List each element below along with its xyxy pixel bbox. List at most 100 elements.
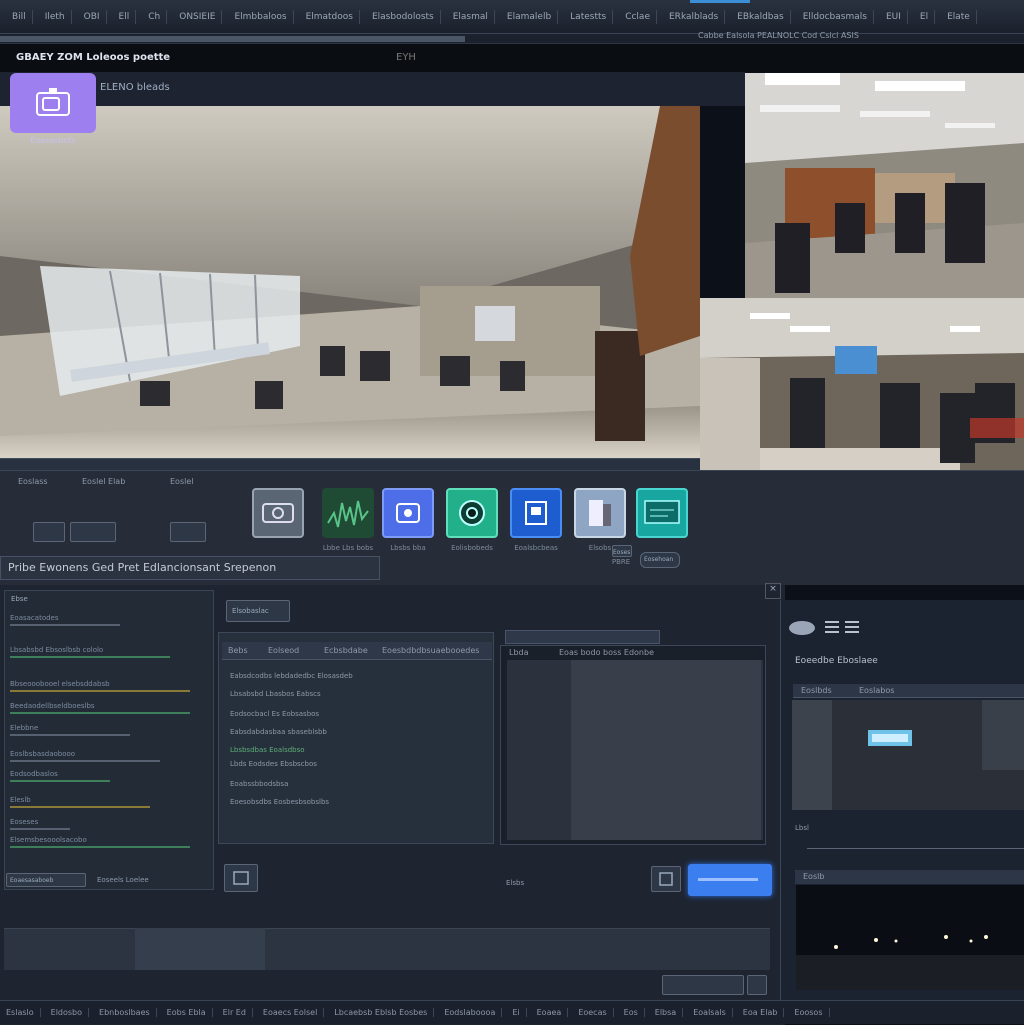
status-item: Eoalsals (693, 1008, 733, 1017)
list-item[interactable]: Lbsabsbd Ebsoslbsb cololo (10, 646, 170, 658)
secondary-button[interactable] (651, 866, 681, 892)
timeline-control[interactable] (747, 975, 767, 995)
menu-item[interactable]: EUI (880, 9, 908, 24)
sidebar-thumbnail[interactable] (792, 700, 1024, 810)
primary-button-label (698, 878, 758, 881)
timeline-clip[interactable] (135, 928, 265, 970)
status-text: Cabbe Ealsola PEALNOLC Cod Cslcl ASIS (698, 31, 859, 40)
menu-item[interactable]: ERkalblads (663, 9, 726, 24)
status-item: Eos (624, 1008, 645, 1017)
form-tab[interactable]: Ecbsbdabe (324, 646, 368, 655)
close-icon[interactable]: × (765, 583, 781, 599)
form-field[interactable]: Eoesobsdbs Eosbesbsobslbs (230, 798, 329, 806)
status-item: Eldosbo (51, 1008, 90, 1017)
status-item: Elr Ed (223, 1008, 253, 1017)
form-field[interactable]: Lbds Eodsdes Ebsbscbos (230, 760, 317, 768)
primary-action-button[interactable] (688, 864, 772, 896)
list-item[interactable]: Eoseses (10, 818, 70, 830)
viewer-header: GBAEY ZOM Loleoos poette EYH (0, 44, 1024, 72)
lens-tool-button[interactable] (446, 488, 498, 538)
sub-button[interactable]: Eosehoan (640, 552, 680, 568)
menu-item[interactable]: Ileth (39, 9, 72, 24)
waveform-icon (327, 500, 369, 528)
monitor-tool-button[interactable] (636, 488, 688, 538)
menu-item[interactable]: Ell (113, 9, 137, 24)
list-item[interactable]: Eoasacatodes (10, 614, 120, 626)
lens-icon (459, 500, 485, 526)
storage-tool-button[interactable] (574, 488, 626, 538)
tool-option-button[interactable] (33, 522, 65, 542)
tool-tab[interactable]: Eoslass (18, 477, 48, 486)
form-field[interactable]: Lbsabsbd Lbasbos Eabscs (230, 690, 321, 698)
status-item: Ebnboslbaes (99, 1008, 157, 1017)
recorder-tool-button[interactable] (382, 488, 434, 538)
dvr-tool-button[interactable] (510, 488, 562, 538)
menu-item[interactable]: EBkaldbas (731, 9, 791, 24)
app-launcher-button[interactable] (10, 73, 96, 133)
menu-item[interactable]: Cclae (619, 9, 657, 24)
menu-item[interactable]: ONSIEIE (173, 9, 223, 24)
waveform-tool-button[interactable] (322, 488, 374, 538)
status-bar: Eslaslo Eldosbo Ebnboslbaes Eobs Ebla El… (0, 1000, 1024, 1024)
details-form (218, 632, 494, 844)
sidebar-tab[interactable]: Eoslabos (859, 686, 894, 695)
form-action-button[interactable]: Elsobaslac (226, 600, 290, 622)
sidebar-tab[interactable]: Eoslbds (801, 686, 832, 695)
list-view-icon[interactable] (825, 620, 861, 636)
form-field[interactable]: Eabsdabdasbaa sbaseblsbb (230, 728, 327, 736)
timeline-control[interactable] (662, 975, 744, 995)
preview-tab[interactable]: Lbda (509, 648, 529, 657)
form-tab[interactable]: Eolseod (268, 646, 299, 655)
list-item[interactable]: Elebbne (10, 724, 130, 736)
event-list-pane: Ebse (4, 590, 214, 890)
sub-button[interactable]: Eoses (612, 545, 632, 557)
form-field[interactable]: Eodsocbacl Es Eobsasbos (230, 710, 319, 718)
frame-button[interactable] (224, 864, 258, 892)
menu-item[interactable]: OBI (78, 9, 107, 24)
main-camera-feed[interactable] (0, 106, 700, 458)
tool-option-button[interactable] (170, 522, 206, 542)
section-title: Pribe Ewonens Ged Pret Edlancionsant Sre… (8, 561, 277, 574)
camera-app-icon (36, 88, 70, 116)
menu-item[interactable]: Elate (941, 9, 977, 24)
menu-item[interactable]: Elldocbasmals (797, 9, 874, 24)
office-scene-image (0, 106, 700, 458)
list-item[interactable]: Beedaodellbseldboeslbs (10, 702, 190, 714)
camera-feed-2[interactable] (745, 73, 1024, 298)
app-launcher-label: Eoasasbots (30, 136, 76, 145)
form-tab[interactable]: Bebs (228, 646, 248, 655)
sidebar-tab-strip: Eoslbds Eoslabos (793, 684, 1024, 698)
camera-tool-button[interactable] (252, 488, 304, 538)
status-item: Eoaecs Eolsel (263, 1008, 325, 1017)
cloud-icon[interactable] (787, 616, 817, 636)
menu-item[interactable]: Elmbbaloos (228, 9, 294, 24)
menu-item[interactable]: Elasmal (447, 9, 495, 24)
menu-item[interactable]: Bill (6, 9, 33, 24)
tool-tab[interactable]: Eoslel (170, 477, 193, 486)
menu-item[interactable]: Elmatdoos (300, 9, 360, 24)
tool-tab[interactable]: Eoslel Elab (82, 477, 125, 486)
form-field[interactable]: Lbsbsdbas Eoalsdbso (230, 746, 305, 754)
form-tab[interactable]: Eoesbdbdbsuaebooedes (382, 646, 479, 655)
sidebar-night-thumbnail[interactable] (796, 885, 1024, 990)
timeline-track[interactable] (4, 928, 770, 970)
timeline-strip[interactable] (0, 36, 465, 42)
list-item[interactable]: Elsemsbesooolsacobo (10, 836, 190, 848)
list-item[interactable]: Bbseooobooel elsebsddabsb (10, 680, 190, 692)
tool-label: PBRE (611, 558, 631, 566)
list-item[interactable]: Eoslbsbasdaobooo (10, 750, 160, 762)
menu-item[interactable]: El (914, 9, 936, 24)
list-item[interactable]: Eleslb (10, 796, 150, 808)
pane-footer-button[interactable]: Eoaesasaboeb (6, 873, 86, 887)
form-field[interactable]: Eabsdcodbs lebdadedbc Elosasdeb (230, 672, 353, 680)
status-item: Eoecas (578, 1008, 614, 1017)
tool-option-button[interactable] (70, 522, 116, 542)
sidebar-section-header: Eoslb (795, 870, 1024, 884)
form-field[interactable]: Eoabssbbodsbsa (230, 780, 288, 788)
menu-item[interactable]: Elamalelb (501, 9, 559, 24)
viewer-menu[interactable]: EYH (396, 52, 416, 63)
menu-item[interactable]: Latestts (564, 9, 614, 24)
menu-item[interactable]: Elasbodolosts (366, 9, 441, 24)
list-item[interactable]: Eodsodbaslos (10, 770, 110, 782)
menu-item[interactable]: Ch (142, 9, 168, 24)
